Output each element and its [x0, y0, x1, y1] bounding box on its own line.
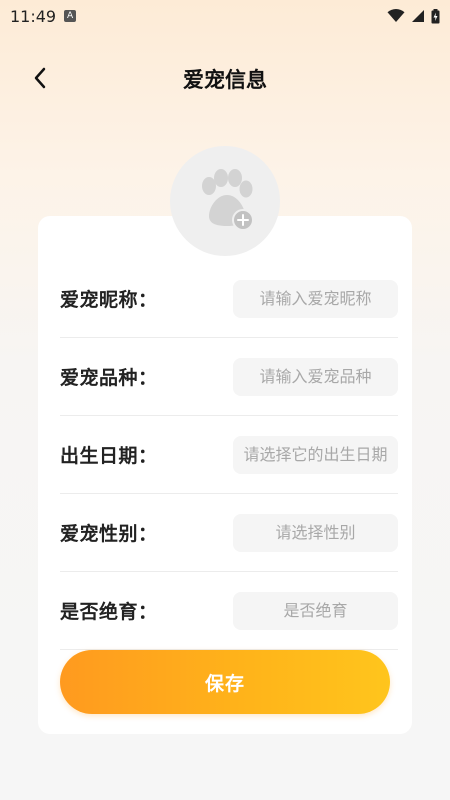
save-button[interactable]: 保存 — [60, 650, 390, 714]
page-title: 爱宠信息 — [183, 68, 267, 92]
form-row-neutered: 是否绝育： — [60, 572, 398, 650]
nickname-label: 爱宠昵称： — [60, 289, 158, 311]
form-row-birthdate: 出生日期： — [60, 416, 398, 494]
gender-select[interactable] — [233, 513, 398, 552]
gender-label: 爱宠性别： — [60, 523, 158, 545]
form-row-breed: 爱宠品种： — [60, 338, 398, 416]
status-left: 11:49 A — [10, 6, 77, 26]
neutered-label: 是否绝育： — [60, 601, 158, 623]
status-time: 11:49 — [10, 6, 57, 26]
status-bar: 11:49 A — [0, 0, 450, 32]
avatar-upload[interactable] — [170, 146, 280, 256]
nav-header: 爱宠信息 — [0, 50, 450, 106]
birthdate-picker[interactable] — [233, 435, 398, 474]
form-row-gender: 爱宠性别： — [60, 494, 398, 572]
battery-icon — [431, 8, 440, 23]
signal-icon — [412, 10, 424, 22]
wifi-icon — [387, 9, 405, 22]
paw-icon — [202, 169, 254, 231]
form-row-nickname: 爱宠昵称： — [60, 260, 398, 338]
nickname-input[interactable] — [233, 279, 398, 318]
birthdate-label: 出生日期： — [60, 445, 158, 467]
breed-input[interactable] — [233, 357, 398, 396]
status-right — [387, 8, 440, 24]
neutered-select[interactable] — [233, 591, 398, 630]
breed-label: 爱宠品种： — [60, 367, 158, 389]
notification-icon: A — [64, 10, 77, 22]
